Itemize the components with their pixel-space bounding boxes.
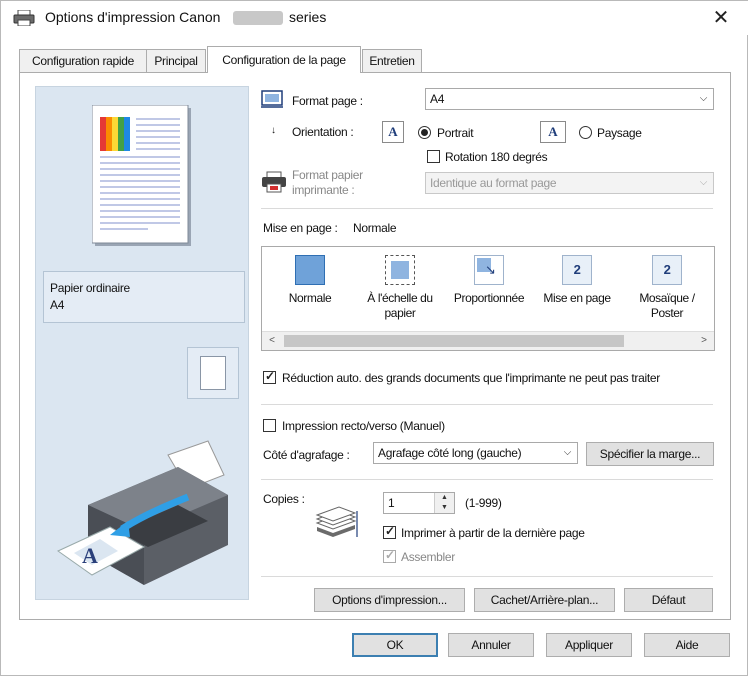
tab-main[interactable]: Principal [146,49,206,72]
landscape-radio[interactable] [579,126,592,139]
chevron-down-icon: ⌵ [699,93,708,104]
layout-option-label: À l'échelle du [367,291,433,305]
model-name-redacted [233,11,283,25]
rotate-180-label[interactable]: Rotation 180 degrés [445,150,548,164]
layout-option-fit-to-paper[interactable]: À l'échelle du papier [357,251,443,321]
print-options-window: Options d'impression Canon series ✕ Conf… [0,0,748,676]
stapling-side-value: Agrafage côté long (gauche) [378,446,522,460]
layout-option-label-line2: papier [384,306,416,320]
apply-button[interactable]: Appliquer [546,633,632,657]
layout-option-tiling-poster[interactable]: 2 Mosaïque / Poster [624,251,710,321]
auto-reduce-label[interactable]: Réduction auto. des grands documents que… [282,371,660,385]
layout-option-label: Normale [288,291,332,305]
copies-range-text: (1-999) [465,496,502,510]
window-title-suffix: series [289,9,327,25]
printer-paper-size-value: Identique au format page [430,176,557,190]
tab-maintenance[interactable]: Entretien [362,49,422,72]
layout-option-scaled[interactable]: ↘ Proportionnée [446,251,532,306]
layout-option-page-layout[interactable]: 2 Mise en page [534,251,620,306]
page-size-label: Format page : [292,94,363,108]
paper-info-box: Papier ordinaire A4 [43,271,245,323]
separator [261,404,713,405]
portrait-icon: A [382,121,404,143]
separator [261,576,713,577]
specify-margin-button[interactable]: Spécifier la marge... [586,442,714,466]
landscape-label[interactable]: Paysage [597,126,642,140]
printer-app-icon [13,10,35,26]
spin-up-icon[interactable]: ▲ [435,493,454,503]
collate-label: Assembler [401,550,455,564]
layout-option-label-line2: Poster [650,306,684,320]
layout-option-label: Mise en page [543,291,611,305]
separator [261,208,713,209]
landscape-icon: A [540,121,566,143]
page-layout-current-value: Normale [353,221,397,235]
svg-text:A: A [82,543,98,568]
duplex-checkbox[interactable] [263,419,276,432]
close-button[interactable]: ✕ [707,5,735,31]
page-preview-image [92,105,192,247]
scroll-left-arrow-icon[interactable]: < [264,333,280,349]
print-from-last-label[interactable]: Imprimer à partir de la dernière page [401,526,585,540]
paper-orientation-thumbnail [187,347,239,399]
layout-option-normal[interactable]: Normale [267,251,353,306]
print-options-button[interactable]: Options d'impression... [314,588,465,612]
printer-paper-size-label-line2: imprimante : [292,183,355,197]
duplex-label[interactable]: Impression recto/verso (Manuel) [282,419,445,433]
window-title: Options d'impression Canon [45,9,221,25]
page-layout-label: Mise en page : [263,221,338,235]
tab-quick-setup[interactable]: Configuration rapide [19,49,147,72]
normal-layout-icon [295,255,325,285]
stapling-side-label: Côté d'agrafage : [263,448,350,462]
copies-spinner[interactable]: ▲ ▼ [434,493,454,513]
layout-horizontal-scrollbar[interactable]: < > [262,331,714,350]
ok-button[interactable]: OK [352,633,438,657]
portrait-label[interactable]: Portrait [437,126,474,140]
portrait-radio[interactable] [418,126,431,139]
paper-size-text: A4 [50,298,65,312]
print-from-last-checkbox[interactable] [383,524,396,539]
printer-paper-size-label-line1: Format papier [292,168,363,182]
page-size-value: A4 [430,92,445,106]
copies-stack-icon [313,503,361,543]
help-button[interactable]: Aide [644,633,730,657]
rotate-180-checkbox[interactable] [427,150,440,163]
title-bar: Options d'impression Canon series ✕ [1,1,748,35]
scroll-right-arrow-icon[interactable]: > [696,333,712,349]
stamp-background-button[interactable]: Cachet/Arrière-plan... [474,588,615,612]
stapling-side-select[interactable]: Agrafage côté long (gauche) ⌵ [373,442,578,464]
tab-page-setup[interactable]: Configuration de la page [207,46,361,73]
spin-down-icon[interactable]: ▼ [435,503,454,513]
page-layout-icon: 2 [562,255,592,285]
orientation-arrow-icon: ↓ [271,125,276,136]
chevron-down-icon: ⌵ [699,177,708,188]
orientation-label: Orientation : [292,125,354,139]
page-size-select[interactable]: A4 ⌵ [425,88,714,110]
layout-option-label: Mosaïque / [639,291,695,305]
layout-option-label: Proportionnée [453,291,525,305]
defaults-button[interactable]: Défaut [624,588,713,612]
printer-illustration: A [48,435,238,595]
scaled-icon: ↘ [474,255,504,285]
auto-reduce-checkbox[interactable] [263,369,276,384]
settings-preview-pane: A [35,86,249,600]
paper-type-text: Papier ordinaire [50,281,130,295]
page-size-icon [261,89,285,109]
fit-to-paper-icon [385,255,415,285]
separator [261,479,713,480]
scrollbar-thumb[interactable] [284,335,624,347]
collate-checkbox[interactable] [383,548,396,563]
printer-paper-size-select[interactable]: Identique au format page ⌵ [425,172,714,194]
copies-label: Copies : [263,492,305,506]
tiling-poster-icon: 2 [652,255,682,285]
printer-paper-size-icon [261,171,287,193]
chevron-down-icon: ⌵ [563,447,572,458]
cancel-button[interactable]: Annuler [448,633,534,657]
